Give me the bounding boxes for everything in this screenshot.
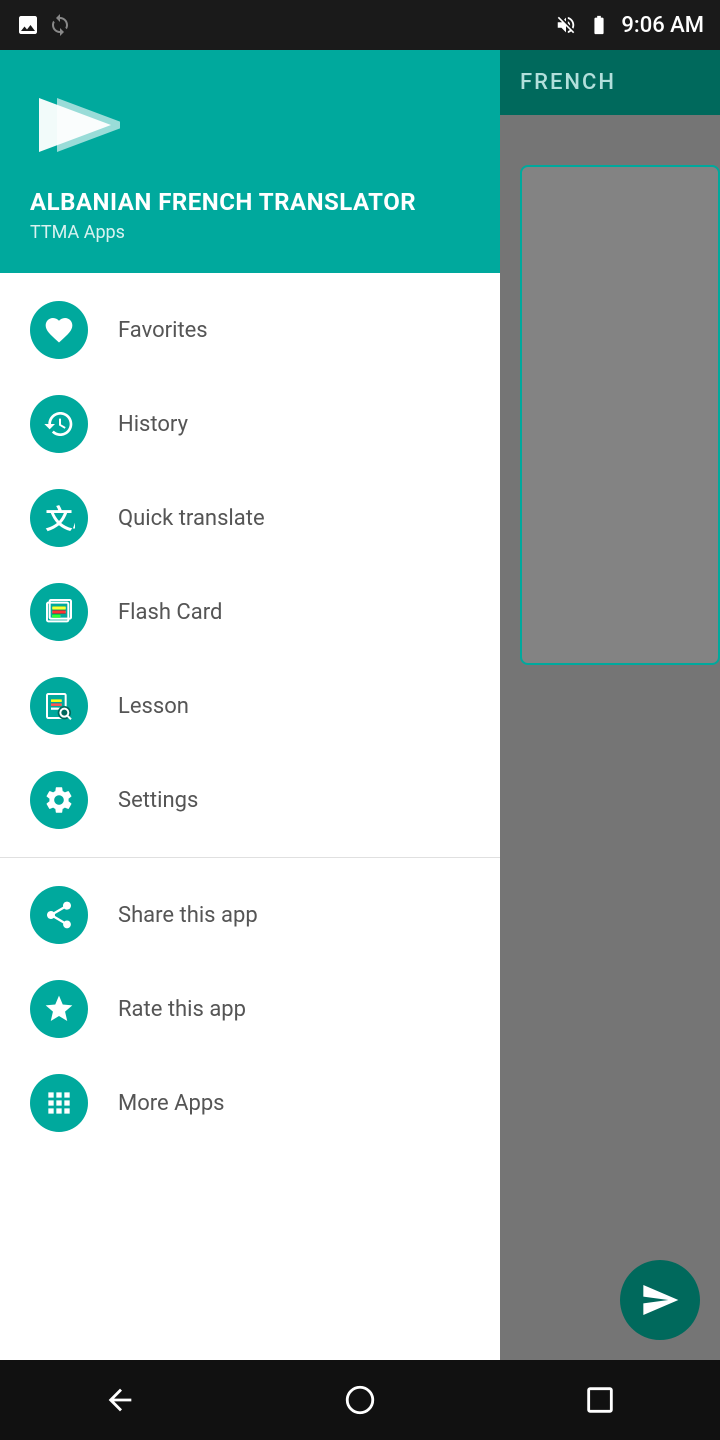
share-label: Share this app (118, 903, 258, 928)
recents-icon (583, 1383, 617, 1417)
right-panel-header: FRENCH (500, 50, 720, 115)
back-icon (103, 1383, 137, 1417)
language-label: FRENCH (520, 70, 616, 95)
lesson-icon-circle (30, 677, 88, 735)
menu-item-lesson[interactable]: Lesson (0, 659, 500, 753)
status-icons-right: 9:06 AM (555, 13, 704, 38)
recents-button[interactable] (563, 1373, 637, 1427)
app-logo (30, 80, 120, 170)
rate-icon-circle (30, 980, 88, 1038)
right-panel: FRENCH (500, 50, 720, 1440)
main-container: ALBANIAN FRENCH TRANSLATOR TTMA Apps Fav… (0, 50, 720, 1440)
lesson-label: Lesson (118, 694, 189, 719)
status-bar: 9:06 AM (0, 0, 720, 50)
app-developer: TTMA Apps (30, 222, 470, 243)
app-title: ALBANIAN FRENCH TRANSLATOR (30, 188, 470, 216)
flashcard-icon-circle (30, 583, 88, 641)
lesson-icon (43, 690, 75, 722)
share-icon (43, 899, 75, 931)
menu-item-history[interactable]: History (0, 377, 500, 471)
star-icon (43, 993, 75, 1025)
back-button[interactable] (83, 1373, 157, 1427)
translate-fab-button[interactable] (620, 1260, 700, 1340)
status-time: 9:06 AM (621, 13, 704, 38)
menu-list: Favorites History 文A Quick translat (0, 273, 500, 1440)
right-panel-content (500, 115, 720, 1440)
sync-icon (48, 13, 72, 37)
menu-item-share[interactable]: Share this app (0, 868, 500, 962)
flashcard-icon (43, 596, 75, 628)
navigation-drawer: ALBANIAN FRENCH TRANSLATOR TTMA Apps Fav… (0, 50, 500, 1440)
menu-item-rate[interactable]: Rate this app (0, 962, 500, 1056)
battery-icon (585, 14, 613, 36)
grid-icon (43, 1087, 75, 1119)
translate-icon-circle: 文A (30, 489, 88, 547)
rate-label: Rate this app (118, 997, 246, 1022)
home-circle-icon (343, 1383, 377, 1417)
translate-icon: 文A (43, 502, 75, 534)
image-icon (16, 13, 40, 37)
send-icon (640, 1280, 680, 1320)
favorites-label: Favorites (118, 318, 208, 343)
history-icon-circle (30, 395, 88, 453)
status-icons-left (16, 13, 72, 37)
menu-divider (0, 857, 500, 858)
share-icon-circle (30, 886, 88, 944)
flash-card-label: Flash Card (118, 600, 222, 625)
home-button[interactable] (323, 1373, 397, 1427)
menu-item-quick-translate[interactable]: 文A Quick translate (0, 471, 500, 565)
more-apps-icon-circle (30, 1074, 88, 1132)
more-apps-label: More Apps (118, 1091, 225, 1116)
favorites-icon-circle (30, 301, 88, 359)
menu-item-favorites[interactable]: Favorites (0, 283, 500, 377)
quick-translate-label: Quick translate (118, 506, 265, 531)
gear-icon (43, 784, 75, 816)
mute-icon (555, 14, 577, 36)
history-label: History (118, 412, 188, 437)
svg-text:文A: 文A (46, 505, 75, 534)
menu-item-flash-card[interactable]: Flash Card (0, 565, 500, 659)
bottom-navigation (0, 1360, 720, 1440)
heart-icon (43, 314, 75, 346)
menu-item-more-apps[interactable]: More Apps (0, 1056, 500, 1150)
menu-item-settings[interactable]: Settings (0, 753, 500, 847)
settings-icon-circle (30, 771, 88, 829)
drawer-header: ALBANIAN FRENCH TRANSLATOR TTMA Apps (0, 50, 500, 273)
translate-text-area (520, 165, 720, 665)
clock-icon (43, 408, 75, 440)
settings-label: Settings (118, 788, 198, 813)
